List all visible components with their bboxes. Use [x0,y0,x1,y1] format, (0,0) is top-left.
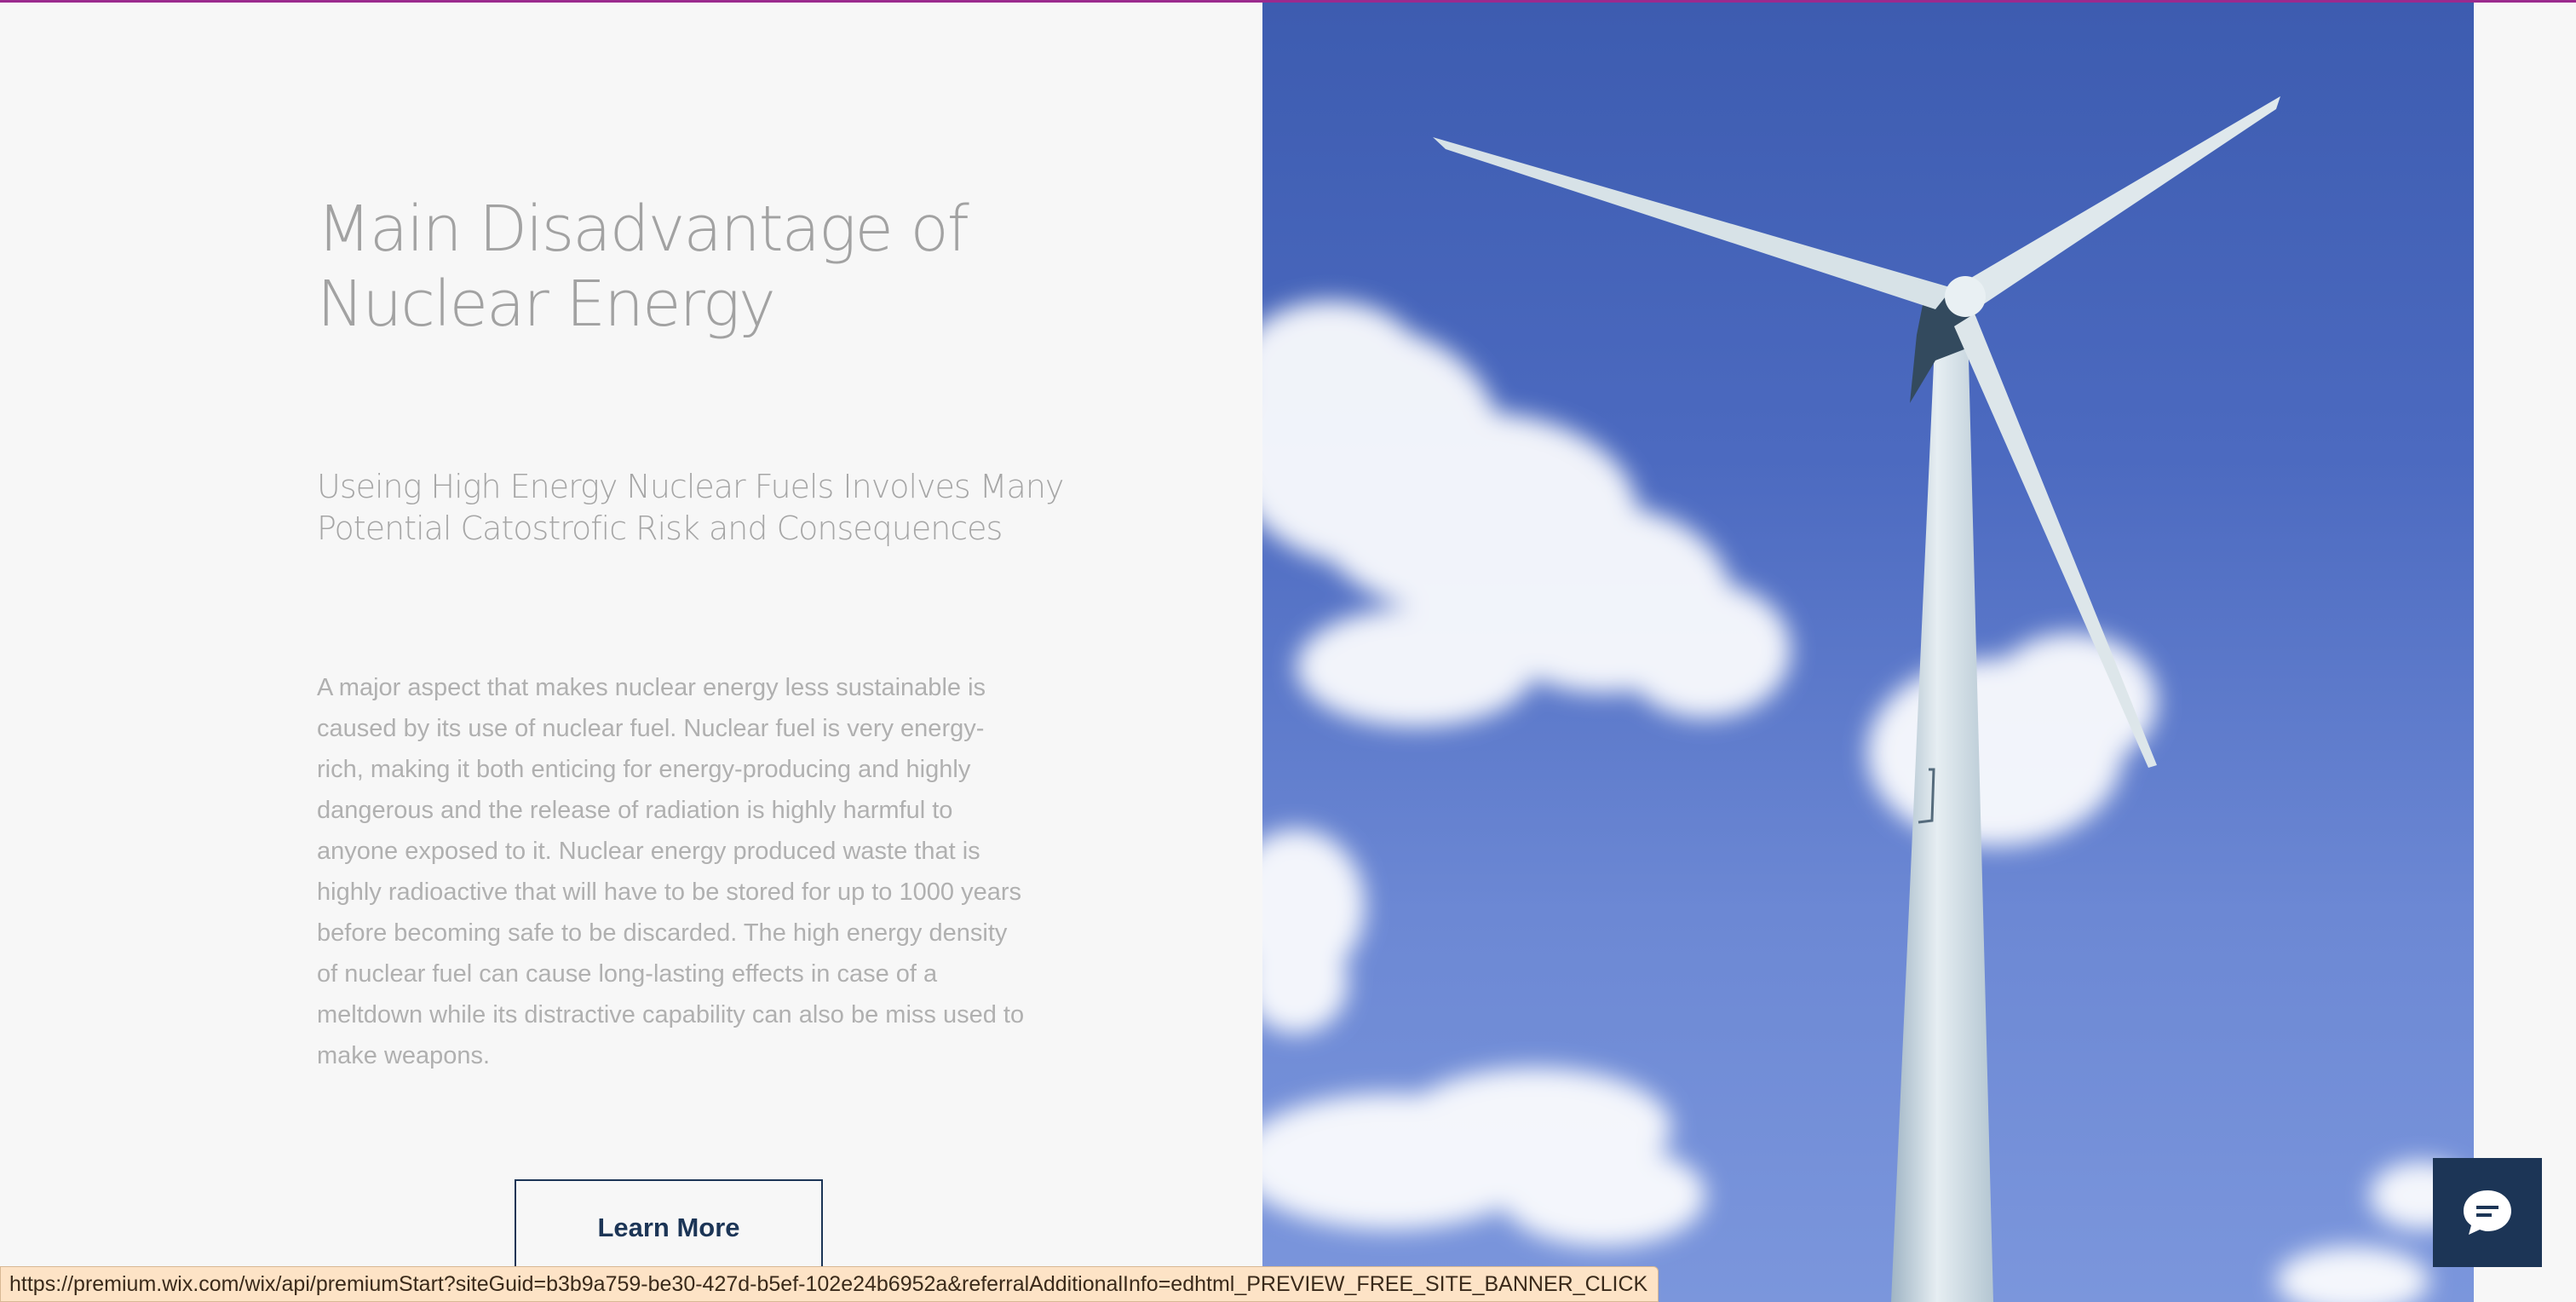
page: Main Disadvantage of Nuclear Energy Usei… [0,0,2576,1302]
turbine-blade [1961,96,2280,305]
headline-line-1: Main Disadvantage of [317,193,969,266]
wind-turbine-illustration [1262,96,2472,1302]
chat-button[interactable] [2433,1158,2542,1267]
content-panel: Main Disadvantage of Nuclear Energy Usei… [0,3,1262,1302]
section-headline: Main Disadvantage of Nuclear Energy [317,192,1169,342]
wind-turbine-image [1262,3,2474,1302]
link-status-bar: https://premium.wix.com/wix/api/premiumS… [0,1266,1659,1302]
turbine-hub [1945,276,1986,317]
section-body-text: A major aspect that makes nuclear energy… [317,674,1025,1069]
right-margin [2474,3,2576,1302]
headline-line-2: Nuclear Energy [317,268,776,341]
section-subheading: Useing High Energy Nuclear Fuels Involve… [317,466,1067,550]
chat-bubble-icon [2464,1190,2511,1235]
learn-more-button[interactable]: Learn More [515,1179,823,1276]
clouds [1262,301,2472,1302]
subheading-line-2: Potential Catostrofic Risk and Consequen… [317,510,1003,547]
turbine-blade [1433,137,1952,309]
subheading-line-1: Useing High Energy Nuclear Fuels Involve… [317,468,1064,505]
